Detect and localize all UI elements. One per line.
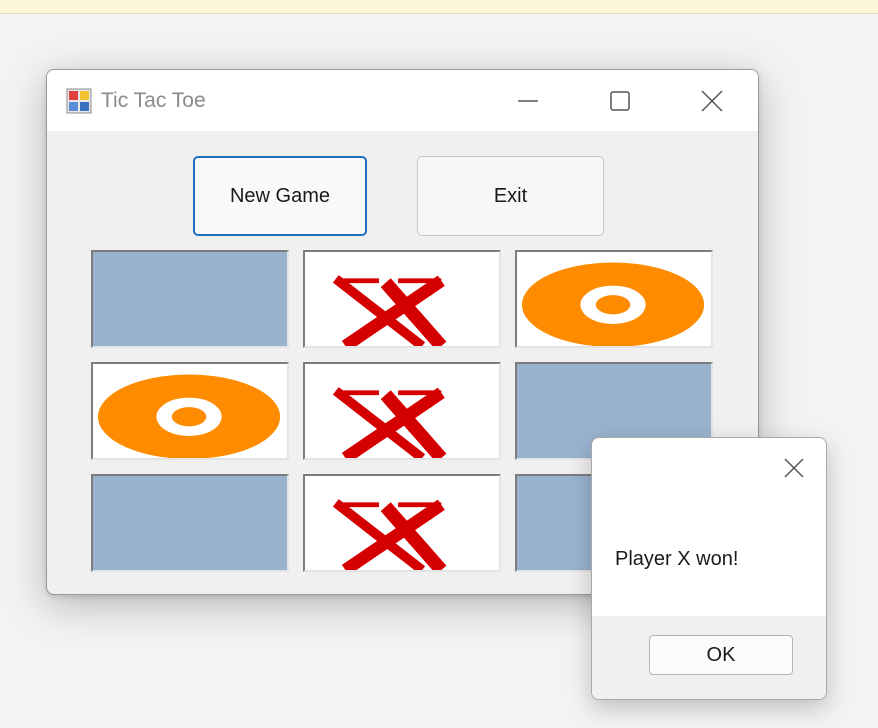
exit-button[interactable]: Exit [417,156,604,236]
dialog-footer: OK [592,616,826,699]
window-title: Tic Tac Toe [101,89,206,112]
close-icon [784,458,804,478]
board-cell-1-2[interactable] [303,250,501,348]
board-cell-1-3[interactable] [515,250,713,348]
maximize-icon [610,90,630,111]
title-bar[interactable]: Tic Tac Toe [47,70,758,131]
ok-button[interactable]: OK [649,635,793,675]
board-cell-3-2[interactable] [303,474,501,572]
minimize-icon [518,99,538,102]
background-link-fragment [108,0,258,5]
board-cell-2-2[interactable] [303,362,501,460]
board-cell-2-1[interactable] [91,362,289,460]
board-cell-1-1[interactable] [91,250,289,348]
board-cell-3-1[interactable] [91,474,289,572]
maximize-button[interactable] [574,70,666,131]
background-app-strip [0,0,878,14]
o-mark-icon [521,262,705,346]
dialog-close-button[interactable] [772,446,816,490]
x-mark-icon [332,387,447,458]
x-mark-icon [332,275,447,346]
new-game-button[interactable]: New Game [193,156,367,236]
app-icon [66,88,92,114]
message-dialog: Player X won! OK [591,437,827,700]
x-mark-icon [332,499,447,570]
close-icon [701,89,723,112]
close-button[interactable] [666,70,758,131]
minimize-button[interactable] [482,70,574,131]
dialog-message: Player X won! [615,548,739,570]
o-mark-icon [97,374,281,458]
